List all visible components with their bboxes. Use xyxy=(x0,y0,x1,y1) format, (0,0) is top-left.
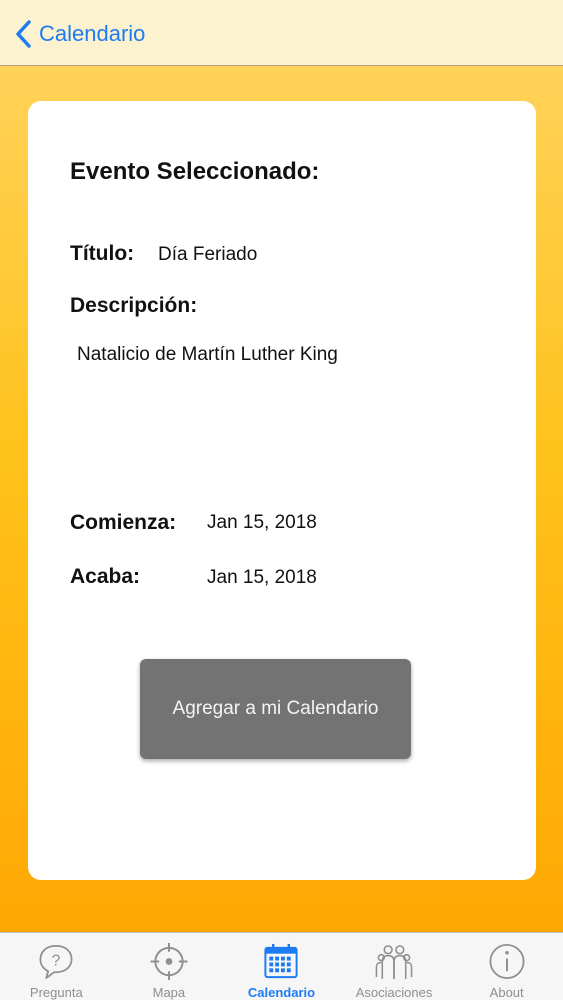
add-to-calendar-button[interactable]: Agregar a mi Calendario xyxy=(140,659,411,759)
group-icon xyxy=(375,945,413,980)
navigation-bar: Calendario xyxy=(0,0,563,66)
info-icon xyxy=(489,944,525,979)
description-label: Descripción: xyxy=(70,294,198,317)
question-bubble-icon: ? xyxy=(39,945,73,979)
tab-about[interactable]: About xyxy=(450,933,563,1000)
start-label: Comienza: xyxy=(70,511,177,534)
start-value: Jan 15, 2018 xyxy=(207,512,317,533)
event-heading: Evento Seleccionado: xyxy=(70,158,320,185)
tab-label: Asociaciones xyxy=(355,985,433,1000)
title-label: Título: xyxy=(70,242,135,265)
description-value: Natalicio de Martín Luther King xyxy=(77,344,338,365)
event-card: Evento Seleccionado: Título: Día Feriado… xyxy=(28,101,536,880)
back-button-label: Calendario xyxy=(39,21,146,46)
calendar-icon xyxy=(264,943,299,979)
tab-pregunta[interactable]: ? Pregunta xyxy=(0,933,113,1000)
end-label: Acaba: xyxy=(70,565,141,588)
tab-bar: ? Pregunta Mapa Calendario Asociaciones … xyxy=(0,932,563,1000)
tab-calendario[interactable]: Calendario xyxy=(225,933,338,1000)
back-button[interactable]: Calendario xyxy=(14,17,145,51)
crosshair-icon xyxy=(150,942,188,981)
svg-text:?: ? xyxy=(52,952,61,969)
title-value: Día Feriado xyxy=(158,244,258,265)
tab-label: About xyxy=(489,985,524,1000)
tab-label: Mapa xyxy=(152,985,186,1000)
tab-mapa[interactable]: Mapa xyxy=(113,933,226,1000)
tab-label: Calendario xyxy=(247,985,316,1000)
tab-label: Pregunta xyxy=(29,985,83,1000)
tab-asociaciones[interactable]: Asociaciones xyxy=(338,933,451,1000)
end-value: Jan 15, 2018 xyxy=(207,567,317,588)
chevron-left-icon xyxy=(16,20,31,48)
